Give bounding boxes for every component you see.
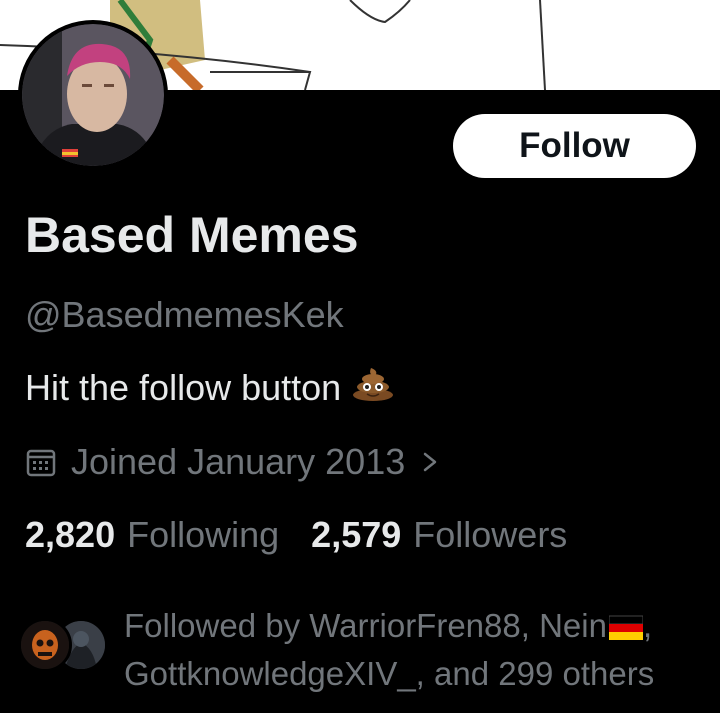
follower-avatars — [18, 618, 110, 674]
joined-date-row[interactable]: Joined January 2013 — [25, 440, 441, 484]
poop-emoji-icon — [351, 365, 395, 410]
avatar[interactable] — [18, 20, 168, 170]
bio-text: Hit the follow button — [25, 366, 342, 408]
followed-by-row[interactable]: Followed by WarriorFren88, Nein, Gottkno… — [18, 604, 708, 692]
chevron-right-icon — [419, 446, 441, 478]
followers-stat[interactable]: 2,579 Followers — [311, 514, 567, 556]
joined-date-text: Joined January 2013 — [71, 441, 406, 482]
calendar-icon — [25, 446, 57, 478]
followers-label: Followers — [413, 514, 568, 555]
follow-button[interactable]: Follow — [453, 114, 696, 178]
followers-count: 2,579 — [311, 514, 402, 555]
german-flag-icon — [608, 608, 644, 652]
followed-by-line1-end: , — [642, 607, 653, 644]
followed-by-line1: Followed by WarriorFren88, Nein — [124, 607, 607, 644]
display-name: Based Memes — [25, 207, 359, 263]
user-handle: @BasedmemesKek — [25, 294, 344, 335]
following-label: Following — [127, 514, 280, 555]
follow-stats: 2,820 Following 2,579 Followers — [25, 514, 567, 556]
bio: Hit the follow button — [25, 365, 395, 410]
followed-by-text: Followed by WarriorFren88, Nein, Gottkno… — [124, 604, 654, 692]
follower-avatar — [18, 618, 72, 672]
following-count: 2,820 — [25, 514, 116, 555]
following-stat[interactable]: 2,820 Following — [25, 514, 279, 556]
followed-by-line2: GottknowledgeXIV_, and 299 others — [124, 655, 655, 692]
